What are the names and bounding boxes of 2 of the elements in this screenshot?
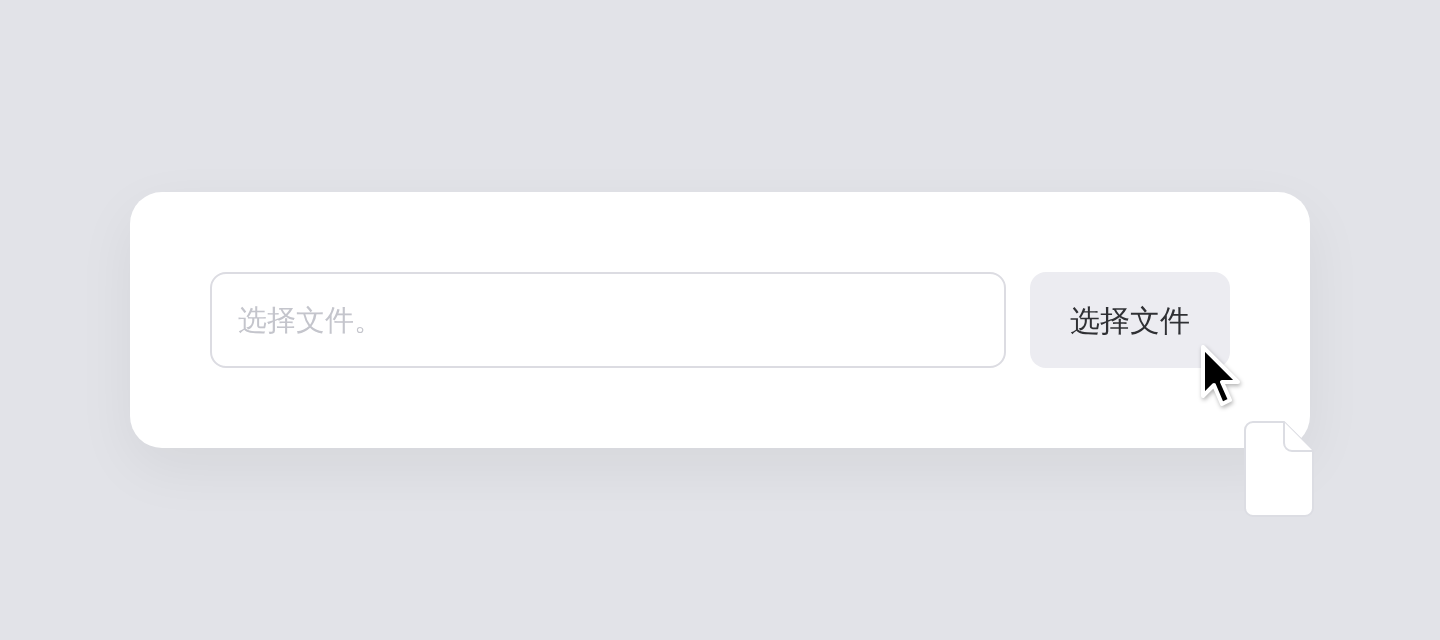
- choose-file-button[interactable]: 选择文件: [1030, 272, 1230, 368]
- file-input-field[interactable]: 选择文件。: [210, 272, 1006, 368]
